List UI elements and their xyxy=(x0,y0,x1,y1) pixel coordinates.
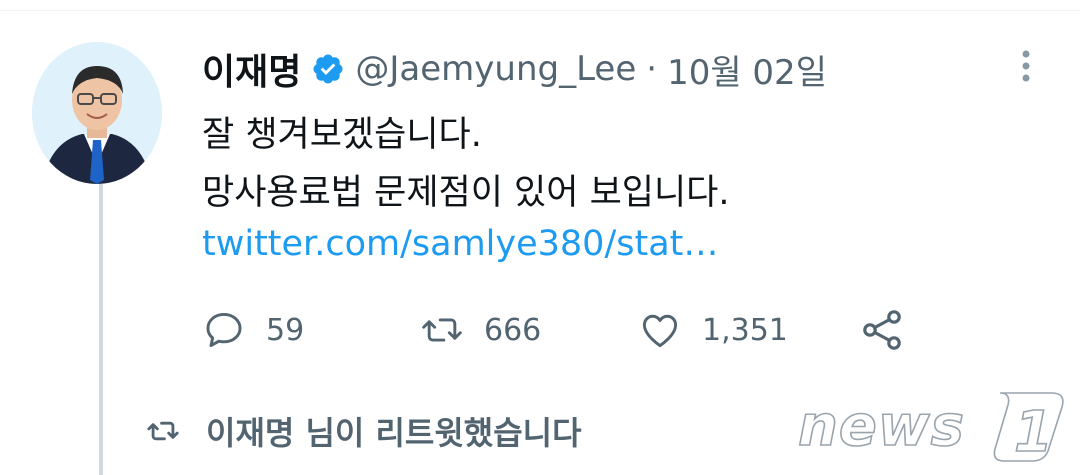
tweet-text-line: 망사용료법 문제점이 있어 보입니다. xyxy=(202,173,730,213)
tweet-header: 이재명 @Jaemyung_Lee · 10월 02일 xyxy=(202,44,827,94)
tweet-link[interactable]: twitter.com/samlye380/stat… xyxy=(202,224,718,264)
svg-text:1: 1 xyxy=(1014,400,1053,465)
reply-bubble-icon xyxy=(206,312,242,348)
verified-badge-icon xyxy=(311,52,345,86)
svg-text:news: news xyxy=(798,394,965,459)
like-button[interactable]: 1,351 xyxy=(638,306,788,354)
heart-icon xyxy=(642,314,678,348)
retweet-count: 666 xyxy=(484,312,542,348)
display-name[interactable]: 이재명 xyxy=(202,43,301,95)
retweet-button[interactable]: 666 xyxy=(420,306,541,354)
share-icon xyxy=(863,310,901,350)
retweet-icon xyxy=(147,421,179,441)
retweet-icon xyxy=(422,318,462,342)
like-count: 1,351 xyxy=(702,312,788,348)
avatar-portrait-icon xyxy=(32,42,162,184)
retweeted-note: 이재명 님이 리트윗했습니다 xyxy=(146,408,582,454)
news1-watermark-logo: news 1 xyxy=(790,385,1075,466)
share-button[interactable] xyxy=(858,306,906,354)
top-divider xyxy=(0,10,1080,11)
reply-button[interactable]: 59 xyxy=(202,306,304,354)
thread-line xyxy=(99,184,103,475)
handle[interactable]: @Jaemyung_Lee xyxy=(355,49,636,89)
avatar[interactable] xyxy=(32,42,162,184)
reply-count: 59 xyxy=(266,312,305,348)
separator: · xyxy=(646,49,658,89)
retweeted-note-text[interactable]: 이재명 님이 리트윗했습니다 xyxy=(206,408,582,454)
tweet-text-line: 잘 챙겨보겠습니다. xyxy=(202,115,482,155)
tweet-date[interactable]: 10월 02일 xyxy=(667,45,827,94)
more-vertical-icon[interactable] xyxy=(1010,46,1042,86)
